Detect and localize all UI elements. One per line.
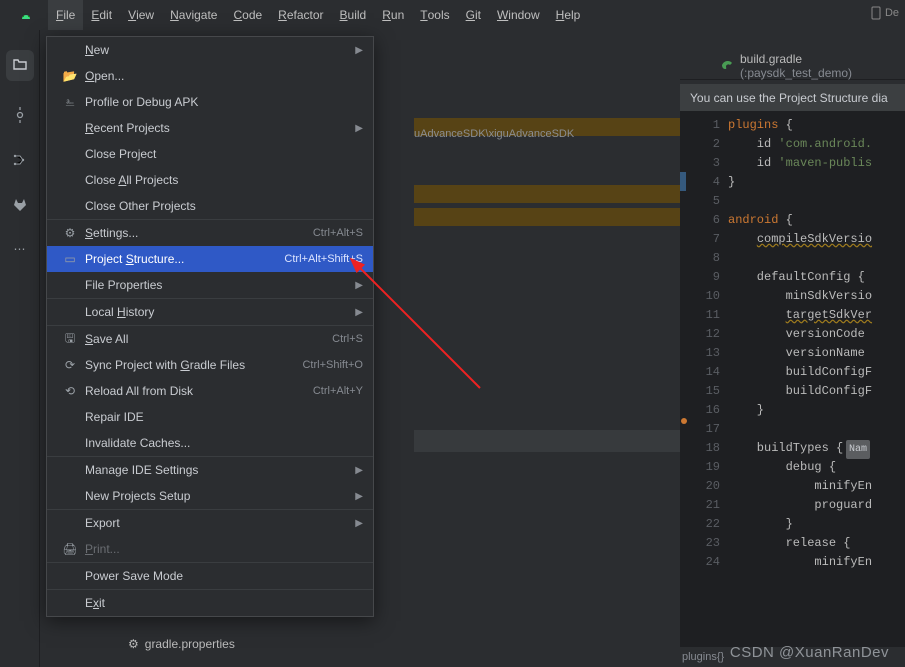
- menu-navigate[interactable]: Navigate: [162, 0, 225, 30]
- menu-item-close-project[interactable]: Close Project: [47, 141, 373, 167]
- editor-tab[interactable]: build.gradle (:paysdk_test_demo): [740, 52, 905, 80]
- menu-bar: FileEditViewNavigateCodeRefactorBuildRun…: [0, 0, 905, 30]
- menu-run[interactable]: Run: [374, 0, 412, 30]
- menu-item-close-other-projects[interactable]: Close Other Projects: [47, 193, 373, 219]
- notification-banner[interactable]: You can use the Project Structure dia: [680, 84, 905, 112]
- menu-view[interactable]: View: [120, 0, 162, 30]
- menu-file[interactable]: File: [48, 0, 83, 30]
- menu-item-sync-project-with-gradle-files[interactable]: ⟳Sync Project with Gradle FilesCtrl+Shif…: [47, 352, 373, 378]
- menu-tools[interactable]: Tools: [412, 0, 457, 30]
- menu-item-profile-or-debug-apk[interactable]: ⎁Profile or Debug APK: [47, 89, 373, 115]
- menu-git[interactable]: Git: [458, 0, 489, 30]
- editor-breadcrumb[interactable]: plugins{}: [682, 647, 724, 667]
- menu-item-recent-projects[interactable]: Recent Projects▶: [47, 115, 373, 141]
- menu-item-new-projects-setup[interactable]: New Projects Setup▶: [47, 483, 373, 509]
- left-tool-rail: ⋯: [0, 30, 40, 667]
- code-editor[interactable]: 123456789101112131415161718192021222324 …: [680, 112, 905, 647]
- menu-item-new[interactable]: New▶: [47, 37, 373, 63]
- highlight-strip: [414, 208, 709, 226]
- path-fragment: uAdvanceSDK\xiguAdvanceSDK: [414, 128, 574, 140]
- project-tree-item[interactable]: ⚙ gradle.properties: [128, 637, 235, 651]
- menu-item-export[interactable]: Export▶: [47, 510, 373, 536]
- menu-item-open[interactable]: 📂Open...: [47, 63, 373, 89]
- menu-item-print: 🖨Print...: [47, 536, 373, 562]
- structure-tool-icon[interactable]: [12, 152, 28, 171]
- menu-help[interactable]: Help: [548, 0, 589, 30]
- menu-refactor[interactable]: Refactor: [270, 0, 331, 30]
- menu-item-local-history[interactable]: Local History▶: [47, 299, 373, 325]
- menu-build[interactable]: Build: [332, 0, 375, 30]
- menu-item-save-all[interactable]: 🖫Save AllCtrl+S: [47, 326, 373, 352]
- menu-item-exit[interactable]: Exit: [47, 590, 373, 616]
- line-gutter: 123456789101112131415161718192021222324: [688, 112, 728, 647]
- commit-tool-icon[interactable]: [12, 107, 28, 126]
- gradle-icon: [720, 57, 734, 74]
- menu-item-manage-ide-settings[interactable]: Manage IDE Settings▶: [47, 457, 373, 483]
- selection-strip: [414, 430, 709, 452]
- menu-item-project-structure[interactable]: ▭Project Structure...Ctrl+Alt+Shift+S: [47, 246, 373, 272]
- menu-edit[interactable]: Edit: [83, 0, 120, 30]
- highlight-strip: [414, 185, 709, 203]
- code-content[interactable]: plugins { id 'com.android. id 'maven-pub…: [728, 112, 872, 647]
- menu-item-settings[interactable]: ⚙Settings...Ctrl+Alt+S: [47, 220, 373, 246]
- devices-selector[interactable]: De: [871, 6, 899, 20]
- menu-item-repair-ide[interactable]: Repair IDE: [47, 404, 373, 430]
- menu-item-reload-all-from-disk[interactable]: ⟲Reload All from DiskCtrl+Alt+Y: [47, 378, 373, 404]
- menu-item-close-all-projects[interactable]: Close All Projects: [47, 167, 373, 193]
- menu-window[interactable]: Window: [489, 0, 548, 30]
- menu-code[interactable]: Code: [225, 0, 270, 30]
- menu-item-file-properties[interactable]: File Properties▶: [47, 272, 373, 298]
- gear-icon: ⚙: [128, 637, 139, 651]
- editor-tab-bar: build.gradle (:paysdk_test_demo): [680, 52, 905, 80]
- app-icon: [18, 7, 34, 23]
- menu-item-invalidate-caches[interactable]: Invalidate Caches...: [47, 430, 373, 456]
- project-tool-icon[interactable]: [6, 50, 34, 81]
- gitlab-tool-icon[interactable]: [12, 197, 28, 216]
- menu-item-power-save-mode[interactable]: Power Save Mode: [47, 563, 373, 589]
- more-tool-icon[interactable]: ⋯: [14, 242, 26, 256]
- file-menu-dropdown: New▶📂Open...⎁Profile or Debug APKRecent …: [46, 36, 374, 617]
